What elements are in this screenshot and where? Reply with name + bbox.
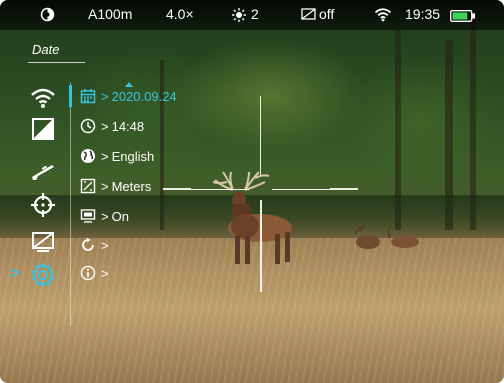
reset-icon	[80, 237, 96, 253]
menu-selection-cursor: >	[10, 265, 20, 282]
row-arrow: >	[101, 88, 109, 104]
submenu-row-date[interactable]: > 2020.09.24	[80, 86, 177, 106]
brightness-icon	[232, 8, 246, 25]
row-arrow: >	[101, 208, 109, 224]
calendar-icon	[80, 88, 96, 104]
reticle-horizontal-right-thin	[272, 189, 330, 190]
menu-header-underline	[28, 62, 85, 63]
screen-icon	[80, 208, 96, 224]
reticle-vertical-top	[260, 96, 261, 176]
calibration-menu-icon[interactable]	[30, 116, 56, 142]
submenu-row-info[interactable]: >	[80, 263, 112, 283]
clock-icon	[80, 118, 96, 134]
row-arrow: >	[101, 178, 109, 194]
battery-icon	[450, 9, 476, 25]
zoom-label: 4.0×	[166, 6, 194, 22]
wifi-menu-icon[interactable]	[30, 85, 56, 111]
info-icon	[80, 265, 96, 281]
profile-label: A100m	[88, 6, 133, 22]
settings-menu-icon[interactable]	[30, 262, 56, 288]
time-value: 14:48	[111, 118, 145, 134]
background-deer	[354, 225, 419, 249]
date-value: 2020.09.24	[111, 88, 177, 104]
reticle-vertical-bottom	[260, 200, 262, 292]
units-value: Meters	[111, 178, 152, 194]
menu-divider	[70, 82, 71, 326]
language-value: English	[111, 148, 155, 164]
row-arrow: >	[101, 148, 109, 164]
display-state: off	[319, 6, 335, 22]
unit-icon	[80, 178, 96, 194]
reticle-horizontal-left-thin	[191, 189, 249, 190]
globe-icon	[80, 148, 96, 164]
reticle-horizontal-right-thick	[330, 188, 358, 190]
active-row-marker	[69, 85, 72, 107]
screen-value: On	[111, 208, 129, 224]
clock-time: 19:35	[405, 6, 441, 22]
ir-palette-icon	[40, 7, 55, 25]
wifi-icon	[374, 7, 392, 25]
rifle-menu-icon[interactable]	[30, 157, 56, 183]
submenu-row-reset[interactable]: >	[80, 235, 112, 255]
row-arrow: >	[101, 118, 109, 134]
zeroing-menu-icon[interactable]	[30, 192, 56, 218]
thermal-scope-view: A100m 4.0× 2 off 19:35 Date > > 2020.09.…	[0, 0, 504, 383]
submenu-row-language[interactable]: > English	[80, 146, 154, 166]
row-arrow: >	[101, 237, 109, 253]
display-off-icon	[301, 8, 316, 24]
row-arrow: >	[101, 265, 109, 281]
display-off-menu-icon[interactable]	[30, 228, 56, 254]
reticle-horizontal-left-thick	[163, 188, 191, 190]
status-bar: A100m 4.0× 2 off 19:35	[0, 0, 504, 30]
submenu-row-units[interactable]: > Meters	[80, 176, 151, 196]
submenu-row-screen[interactable]: > On	[80, 206, 129, 226]
submenu-row-time[interactable]: > 14:48	[80, 116, 144, 136]
menu-header: Date	[32, 42, 60, 57]
brightness-level: 2	[251, 6, 259, 22]
red-deer-stag	[212, 171, 292, 264]
